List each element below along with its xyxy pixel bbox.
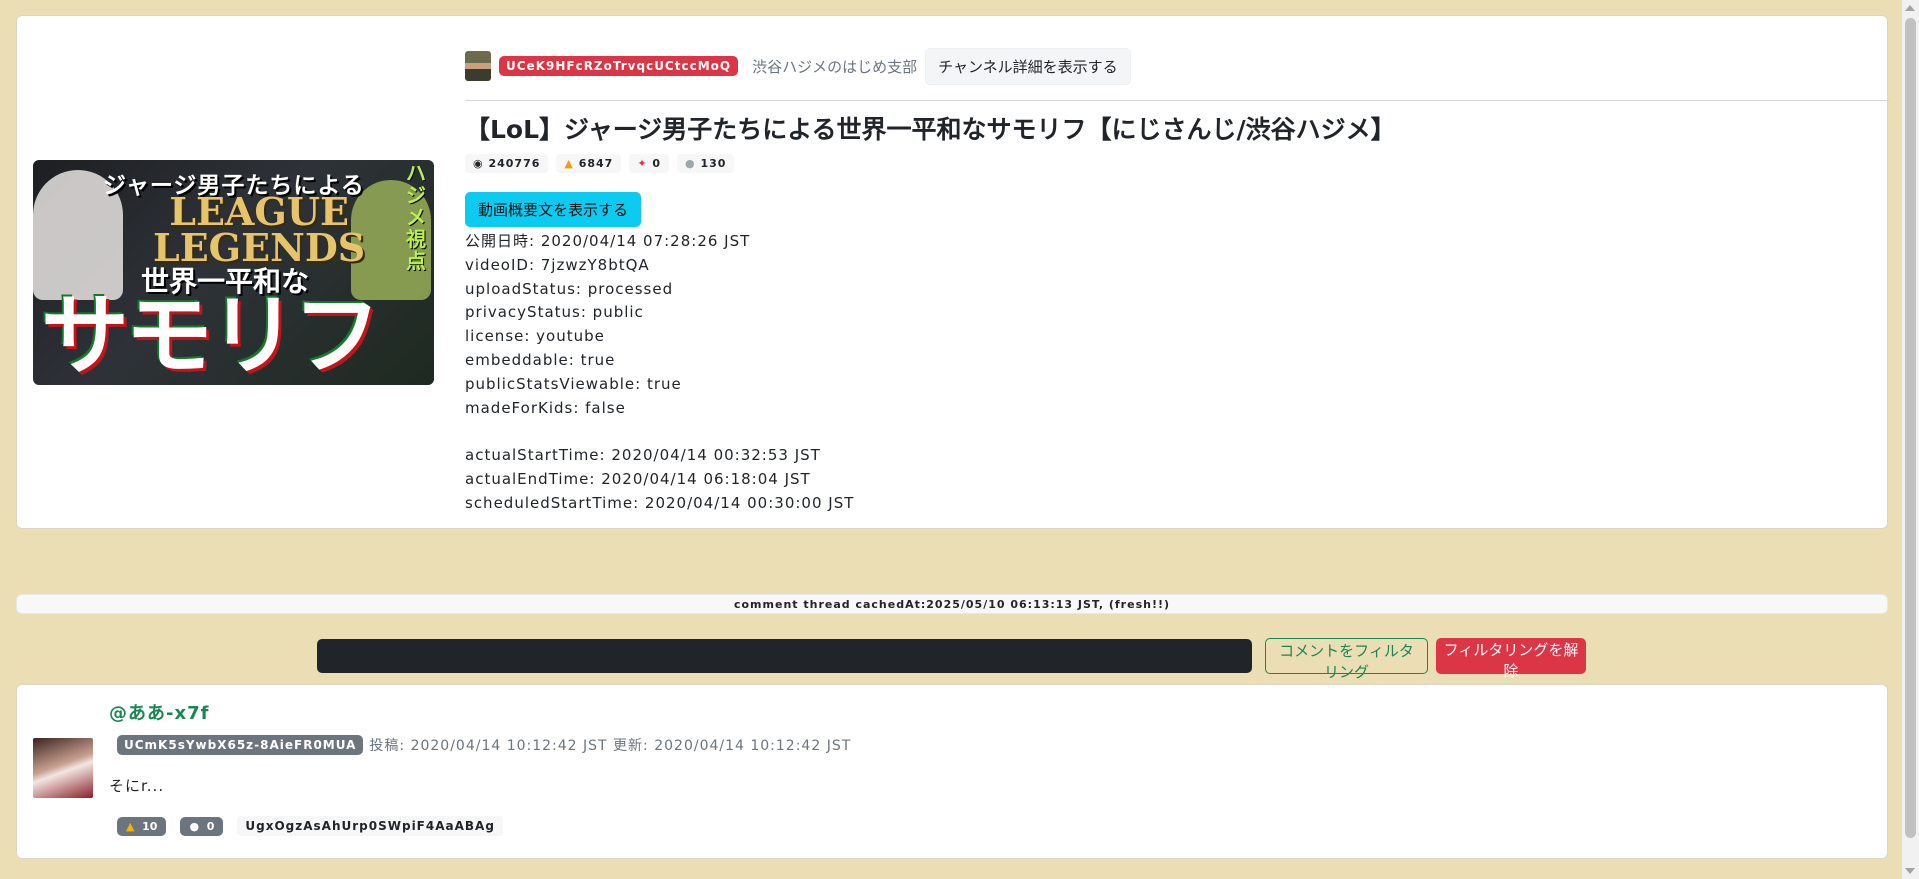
thumbnail-logo: LEAGUE LEGENDS	[153, 193, 365, 267]
comment-footer: ▲ 10 ● 0 UgxOgzAsAhUrp0SWpiF4AaABAg	[117, 816, 503, 836]
scroll-down-arrow-icon[interactable]	[1905, 868, 1915, 874]
metadata-line: publicStatsViewable: true	[465, 374, 682, 393]
channel-detail-button[interactable]: チャンネル詳細を表示する	[925, 47, 1131, 85]
thumbnail-side-text: ハジメ視点	[406, 161, 426, 273]
metadata-line: embeddable: true	[465, 350, 616, 369]
commenter-username[interactable]: @ああ-x7f	[109, 699, 209, 725]
video-metadata: 公開日時: 2020/04/14 07:28:26 JST videoID: 7j…	[465, 230, 854, 516]
metadata-line: actualStartTime: 2020/04/14 00:32:53 JST	[465, 446, 821, 465]
pin-count-badge: ✦ 0	[629, 154, 670, 173]
comment-like-count: 10	[142, 819, 158, 833]
metadata-line: 公開日時: 2020/04/14 07:28:26 JST	[465, 232, 751, 250]
video-thumbnail[interactable]: ジャージ男子たちによる LEAGUE LEGENDS 世界一平和な サモリフ ハ…	[33, 160, 434, 385]
view-count-badge: ◉ 240776	[465, 154, 549, 173]
thumbnail-big-text: サモリフ	[41, 284, 381, 385]
video-stats: ◉ 240776 ▲ 6847 ✦ 0 ● 130	[465, 154, 735, 173]
fire-icon: ▲	[126, 819, 135, 833]
cache-status-text: comment thread cachedAt:2025/05/10 06:13…	[733, 598, 1171, 611]
commenter-channel-id-badge[interactable]: UCmK5sYwbX65z-8AieFR0MUA	[117, 735, 364, 755]
comment-count-badge: ● 130	[677, 154, 735, 173]
metadata-line	[465, 420, 854, 444]
channel-id-badge[interactable]: UCeK9HFcRZoTrvqcUCtccMoQ	[499, 56, 739, 76]
metadata-line: actualEndTime: 2020/04/14 06:18:04 JST	[465, 469, 811, 488]
channel-name: 渋谷ハジメのはじめ支部	[752, 57, 918, 76]
show-description-button[interactable]: 動画概要文を表示する	[465, 192, 642, 227]
divider	[465, 100, 1889, 101]
metadata-line: uploadStatus: processed	[465, 279, 674, 298]
metadata-line: madeForKids: false	[465, 398, 626, 417]
scrollbar-thumb[interactable]	[1905, 18, 1916, 838]
clear-filter-button[interactable]: フィルタリングを解除	[1436, 638, 1586, 680]
page-scrollbar[interactable]	[1902, 0, 1919, 879]
comment-meta: UCmK5sYwbX65z-8AieFR0MUA 投稿: 2020/04/14 …	[117, 735, 851, 755]
view-count: 240776	[488, 157, 541, 170]
comment-id: UgxOgzAsAhUrp0SWpiF4AaABAg	[237, 816, 503, 836]
comment-card: @ああ-x7f UCmK5sYwbX65z-8AieFR0MUA 投稿: 202…	[16, 684, 1888, 859]
comment-reply-badge[interactable]: ● 0	[180, 816, 224, 836]
comment-text: そにr...	[109, 777, 165, 795]
metadata-line: privacyStatus: public	[465, 303, 644, 322]
like-count: 6847	[578, 157, 614, 170]
comment-reply-count: 0	[206, 819, 215, 833]
video-title: 【LoL】ジャージ男子たちによる世界一平和なサモリフ【にじさんじ/渋谷ハジメ】	[465, 115, 1396, 144]
scroll-up-arrow-icon[interactable]	[1905, 5, 1915, 11]
speech-bubble-icon: ●	[685, 157, 696, 170]
channel-header: UCeK9HFcRZoTrvqcUCtccMoQ 渋谷ハジメのはじめ支部 チャン…	[465, 47, 1131, 85]
fire-icon: ▲	[564, 157, 574, 170]
eye-icon: ◉	[473, 157, 484, 170]
metadata-line: license: youtube	[465, 327, 605, 346]
pin-icon: ✦	[637, 157, 648, 170]
video-card: ジャージ男子たちによる LEAGUE LEGENDS 世界一平和な サモリフ ハ…	[16, 15, 1889, 529]
speech-bubble-icon: ●	[189, 819, 200, 833]
channel-avatar-icon[interactable]	[465, 51, 491, 81]
comment-filter-input[interactable]	[317, 639, 1252, 673]
comment-count: 130	[700, 157, 727, 170]
commenter-avatar[interactable]	[33, 738, 93, 798]
filter-comments-button[interactable]: コメントをフィルタリング	[1265, 638, 1428, 681]
metadata-line: scheduledStartTime: 2020/04/14 00:30:00 …	[465, 493, 855, 512]
pin-count: 0	[652, 157, 662, 170]
comment-dates: 投稿: 2020/04/14 10:12:42 JST 更新: 2020/04/…	[369, 738, 852, 754]
comment-like-badge: ▲ 10	[117, 816, 167, 836]
cache-status-bar: comment thread cachedAt:2025/05/10 06:13…	[16, 594, 1888, 614]
metadata-line: videoID: 7jzwzY8btQA	[465, 255, 650, 274]
like-count-badge: ▲ 6847	[556, 154, 622, 173]
